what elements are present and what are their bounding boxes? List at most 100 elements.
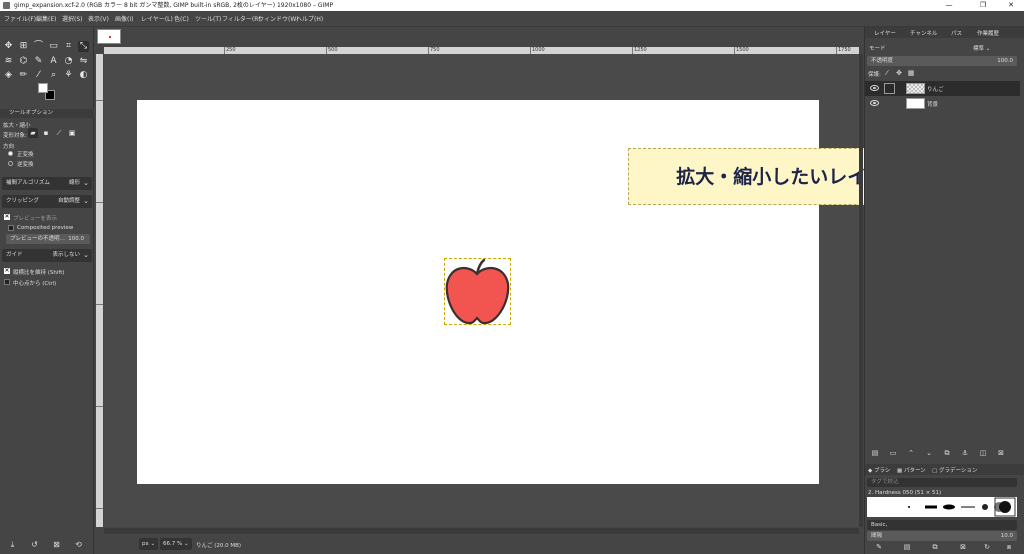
zoom-select[interactable]: 66.7 % ⌄ xyxy=(160,538,192,550)
foreground-color-swatch[interactable] xyxy=(38,83,48,93)
bucket-fill-icon[interactable]: ◈ xyxy=(3,70,14,81)
lock-pixels-icon[interactable]: ⁄ xyxy=(883,69,891,77)
paths-tool-icon[interactable]: ✎ xyxy=(33,56,44,67)
direction-reverse-radio[interactable] xyxy=(8,161,13,166)
layer-row-apple[interactable]: りんご xyxy=(865,81,1020,96)
warp-tool-icon[interactable]: ≋ xyxy=(3,56,14,67)
clipping-select[interactable]: クリッピング 自動調整 ⌄ xyxy=(2,195,92,208)
foreground-select-icon[interactable]: ◔ xyxy=(63,56,74,67)
lock-alpha-icon[interactable]: ▦ xyxy=(907,69,915,77)
brush-tag-field[interactable]: Basic, xyxy=(867,520,1017,530)
menu-colors[interactable]: 色(C) xyxy=(174,14,189,23)
delete-brush-icon[interactable]: ⊠ xyxy=(959,543,967,551)
tab-channels[interactable]: チャンネル xyxy=(910,29,937,37)
layer-name[interactable]: りんご xyxy=(927,85,944,93)
tab-paths[interactable]: パス xyxy=(951,29,962,37)
edit-brush-icon[interactable]: ✎ xyxy=(875,543,883,551)
brush-filter-input[interactable]: タグで絞込 xyxy=(867,478,1017,487)
menu-tools[interactable]: ツール(T) xyxy=(195,14,221,23)
menu-windows[interactable]: ウィンドウ(W) xyxy=(258,14,299,23)
menu-layer[interactable]: レイヤー(L) xyxy=(141,14,173,23)
layer-row-background[interactable]: 背景 xyxy=(865,96,1020,111)
open-brush-icon[interactable]: ⧈ xyxy=(1005,543,1013,551)
from-center-checkbox[interactable] xyxy=(4,279,10,285)
tool-options-tab[interactable]: ツールオプション xyxy=(0,109,94,118)
tab-history[interactable]: 作業履歴 xyxy=(977,29,999,37)
menu-image[interactable]: 画像(I) xyxy=(115,14,133,23)
new-brush-icon[interactable]: ▤ xyxy=(903,543,911,551)
new-group-icon[interactable]: ▭ xyxy=(889,449,897,457)
restore-options-icon[interactable]: ↺ xyxy=(30,540,39,549)
menu-help[interactable]: ヘルプ(H) xyxy=(296,14,323,23)
color-picker-icon[interactable]: ⁄ xyxy=(33,70,44,81)
zoom-tool-icon[interactable]: ⌕ xyxy=(48,70,59,81)
lower-layer-icon[interactable]: ⌄ xyxy=(925,449,933,457)
save-options-icon[interactable]: ⤓ xyxy=(8,540,17,549)
menu-filters[interactable]: フィルター(R) xyxy=(222,14,261,23)
keep-aspect-checkbox[interactable]: ✕ xyxy=(4,268,10,274)
layer-chain-slot[interactable] xyxy=(884,83,895,94)
spacing-slider[interactable]: 間隔 10.0 xyxy=(867,531,1017,541)
brush-preview-strip[interactable] xyxy=(867,497,1017,517)
tab-patterns[interactable]: ▦ パターン xyxy=(897,466,926,474)
mode-select[interactable]: 標準 ⌄ xyxy=(973,44,990,52)
tab-gradients[interactable]: ▢ グラデーション xyxy=(932,466,977,474)
preview-opacity-slider[interactable]: プレビューの不透明… 100.0 xyxy=(6,234,90,244)
duplicate-brush-icon[interactable]: ⧉ xyxy=(931,543,939,551)
brush-dock-tabs: ◆ ブラシ ▦ パターン ▢ グラデーション xyxy=(865,464,1024,475)
crop-tool-icon[interactable]: ⌗ xyxy=(63,41,74,52)
minimize-button[interactable]: — xyxy=(938,0,960,11)
unit-select[interactable]: px ⌄ xyxy=(139,538,159,550)
image-thumbnail-tab[interactable] xyxy=(97,29,121,44)
free-select-icon[interactable]: ⌒ xyxy=(33,41,44,52)
menu-edit[interactable]: 編集(E) xyxy=(36,14,56,23)
text-tool-icon[interactable]: A xyxy=(48,56,59,67)
duplicate-layer-icon[interactable]: ⧉ xyxy=(943,449,951,457)
tab-layers[interactable]: レイヤー xyxy=(874,29,896,37)
align-tool-icon[interactable]: ⊞ xyxy=(18,41,29,52)
move-tool-icon[interactable]: ✥ xyxy=(3,41,14,52)
refresh-brushes-icon[interactable]: ↻ xyxy=(983,543,991,551)
flip-tool-icon[interactable]: ⇋ xyxy=(78,56,89,67)
direction-normal-radio[interactable] xyxy=(8,151,13,156)
layer-name[interactable]: 背景 xyxy=(927,100,938,108)
show-preview-checkbox[interactable]: ✕ xyxy=(4,214,10,220)
transform-tool-icon[interactable]: ⌬ xyxy=(18,56,29,67)
vertical-ruler[interactable] xyxy=(96,54,103,527)
gimp-app-icon xyxy=(3,2,10,9)
anchor-layer-icon[interactable]: ⚓ xyxy=(961,449,969,457)
visibility-eye-icon[interactable] xyxy=(870,85,879,91)
transform-layer-icon[interactable]: ▰ xyxy=(28,128,38,138)
transform-selection-icon[interactable]: ▪ xyxy=(41,128,51,138)
layer-mask-icon[interactable]: ◫ xyxy=(979,449,987,457)
delete-options-icon[interactable]: ⊠ xyxy=(52,540,61,549)
clone-tool-icon[interactable]: ⚘ xyxy=(63,70,74,81)
transform-path-icon[interactable]: ⟋ xyxy=(54,128,64,138)
menu-select[interactable]: 選択(S) xyxy=(62,14,83,23)
opacity-slider[interactable]: 不透明度 100.0 xyxy=(867,56,1017,66)
tab-brushes[interactable]: ◆ ブラシ xyxy=(868,466,890,474)
visibility-eye-icon[interactable] xyxy=(870,100,879,106)
delete-layer-icon[interactable]: ⊠ xyxy=(997,449,1005,457)
guide-select[interactable]: ガイド 表示しない ⌄ xyxy=(2,249,92,262)
rect-select-icon[interactable]: ▭ xyxy=(48,41,59,52)
reset-options-icon[interactable]: ⟲ xyxy=(74,540,83,549)
raise-layer-icon[interactable]: ⌃ xyxy=(907,449,915,457)
horizontal-scrollbar[interactable] xyxy=(104,528,859,534)
horizontal-ruler[interactable]: 250 500 750 1000 1250 1500 1750 xyxy=(104,47,859,54)
smudge-tool-icon[interactable]: ◐ xyxy=(78,70,89,81)
paintbrush-icon[interactable]: ✏ xyxy=(18,70,29,81)
transform-image-icon[interactable]: ▣ xyxy=(67,128,77,138)
lock-position-icon[interactable]: ✥ xyxy=(895,69,903,77)
scale-tool-icon[interactable]: ⤡ xyxy=(78,41,89,52)
new-layer-icon[interactable]: ▤ xyxy=(871,449,879,457)
keep-aspect-label: 縦横比を維持 (Shift) xyxy=(13,270,65,276)
menu-view[interactable]: 表示(V) xyxy=(88,14,109,23)
maximize-button[interactable]: ❐ xyxy=(972,0,994,11)
close-button[interactable]: ✕ xyxy=(1000,0,1022,11)
vertical-scrollbar[interactable] xyxy=(859,54,863,527)
composited-preview-checkbox[interactable] xyxy=(8,225,14,231)
interpolation-select[interactable]: 補間アルゴリズム 線形 ⌄ xyxy=(2,177,92,190)
menu-file[interactable]: ファイル(F) xyxy=(4,14,36,23)
clipping-value: 自動調整 xyxy=(57,198,80,204)
